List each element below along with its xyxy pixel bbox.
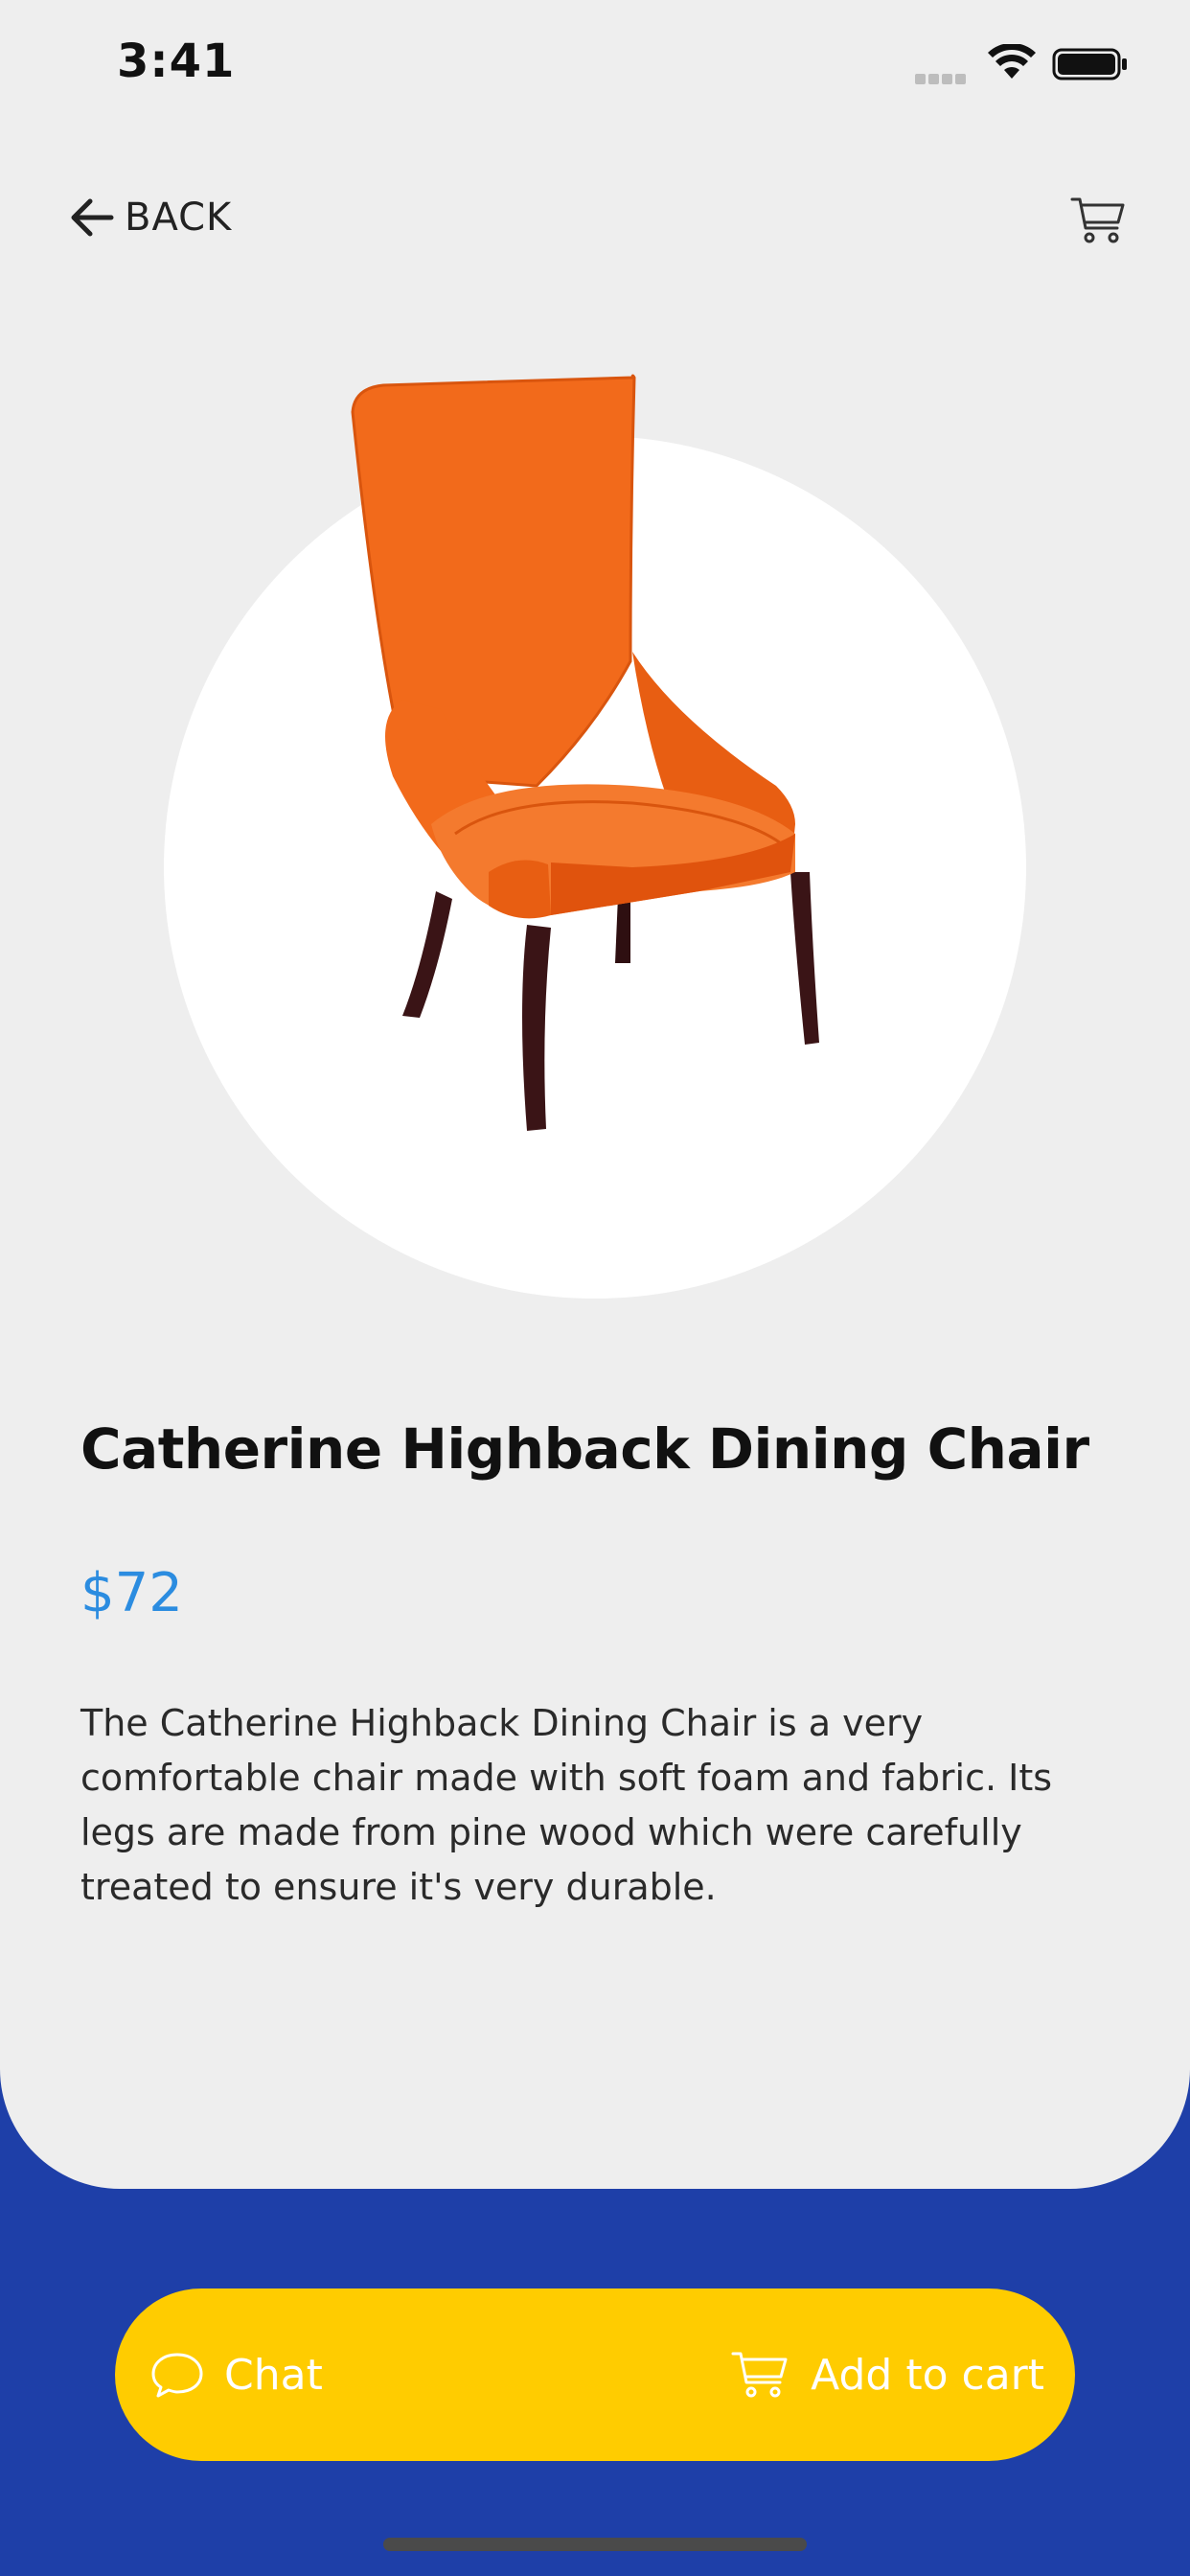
product-image (351, 374, 819, 1131)
product-title: Catherine Highback Dining Chair (80, 1416, 1089, 1482)
back-label: BACK (125, 196, 233, 240)
cart-icon (731, 2352, 788, 2398)
home-indicator[interactable] (383, 2538, 807, 2551)
add-to-cart-button[interactable]: Add to cart (730, 2288, 1044, 2461)
add-to-cart-label: Add to cart (811, 2350, 1044, 2400)
chat-bubble-icon (151, 2353, 203, 2398)
cart-icon[interactable] (1069, 192, 1127, 249)
product-detail-screen: 3:41 BACK Catherine Highback Dining Chai… (0, 0, 1190, 2576)
action-bar: Chat Add to cart (115, 2288, 1075, 2461)
cellular-signal-icon (915, 70, 973, 84)
back-button[interactable]: BACK (67, 189, 232, 246)
chat-button[interactable]: Chat (149, 2288, 323, 2461)
arrow-left-icon (71, 198, 114, 237)
status-time: 3:41 (117, 34, 236, 88)
status-bar: 3:41 (0, 0, 1190, 125)
chat-label: Chat (224, 2350, 323, 2400)
battery-icon (1052, 48, 1127, 80)
product-price: $72 (80, 1562, 183, 1624)
product-description: The Catherine Highback Dining Chair is a… (80, 1702, 1053, 1908)
wifi-icon (988, 44, 1036, 79)
